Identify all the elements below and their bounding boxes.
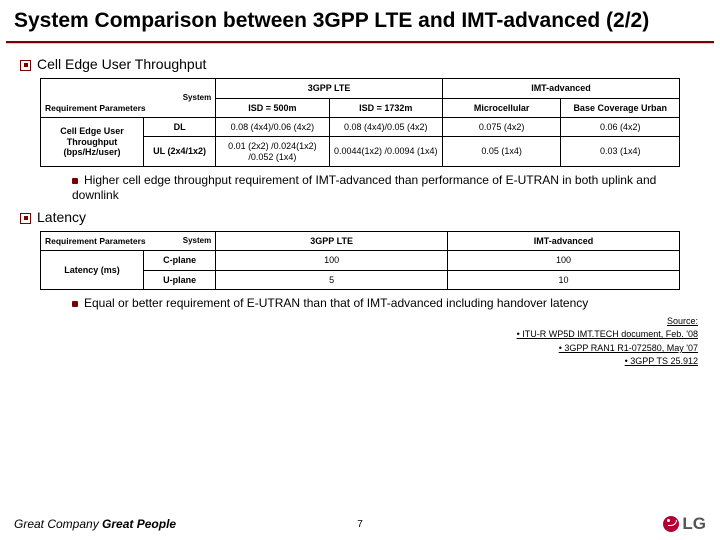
section-throughput: Cell Edge User Throughput System Require… [0, 52, 720, 205]
diagonal-header: System Requirement Parameters [41, 231, 216, 250]
note-text: Higher cell edge throughput requirement … [72, 173, 656, 202]
section-latency: Latency System Requirement Parameters 3G… [0, 205, 720, 313]
system-label: System [183, 236, 211, 245]
cell: 0.03 (1x4) [561, 137, 680, 167]
page-number: 7 [357, 519, 363, 530]
col-lte: 3GPP LTE [216, 231, 448, 250]
cell: 0.08 (4x4)/0.05 (4x2) [329, 117, 442, 136]
cell: 5 [216, 270, 448, 289]
cell: 0.01 (2x2) /0.024(1x2) /0.052 (1x4) [216, 137, 329, 167]
source-link[interactable]: • 3GPP TS 25.912 [0, 355, 698, 369]
col-isd500: ISD = 500m [216, 98, 329, 117]
source-link[interactable]: • 3GPP RAN1 R1-072580, May '07 [0, 342, 698, 356]
slide: System Comparison between 3GPP LTE and I… [0, 0, 720, 540]
col-base: Base Coverage Urban [561, 98, 680, 117]
bullet-icon [20, 213, 31, 224]
section-heading-text: Cell Edge User Throughput [37, 56, 206, 72]
row-dl: DL [144, 117, 216, 136]
col-lte: 3GPP LTE [216, 79, 443, 98]
req-params-label: Requirement Parameters [45, 104, 146, 114]
section-heading-text: Latency [37, 209, 86, 225]
cell: 0.06 (4x2) [561, 117, 680, 136]
row-cplane: C-plane [144, 251, 216, 270]
cell: 100 [448, 251, 680, 270]
diagonal-header: System Requirement Parameters [41, 79, 216, 118]
cell: 0.075 (4x2) [442, 117, 561, 136]
slide-title: System Comparison between 3GPP LTE and I… [0, 0, 720, 39]
note-text: Equal or better requirement of E-UTRAN t… [84, 296, 588, 310]
throughput-note: Higher cell edge throughput requirement … [32, 171, 694, 205]
col-micro: Microcellular [442, 98, 561, 117]
bullet-icon [72, 301, 78, 307]
sources: Source: • ITU-R WP5D IMT.TECH document, … [0, 313, 720, 369]
row-latency: Latency (ms) [41, 251, 144, 290]
lg-text: LG [682, 514, 706, 534]
cell: 10 [448, 270, 680, 289]
req-params-label: Requirement Parameters [45, 237, 146, 247]
cell: 0.0044(1x2) /0.0094 (1x4) [329, 137, 442, 167]
row-ul: UL (2x4/1x2) [144, 137, 216, 167]
section-heading: Cell Edge User Throughput [20, 56, 694, 72]
source-label: Source: [667, 316, 698, 326]
bullet-icon [72, 178, 78, 184]
cell: 0.05 (1x4) [442, 137, 561, 167]
system-label: System [183, 93, 211, 102]
lg-face-icon [663, 516, 679, 532]
cell: 100 [216, 251, 448, 270]
col-imt: IMT-advanced [448, 231, 680, 250]
bullet-icon [20, 60, 31, 71]
tagline-bold: Great People [102, 517, 176, 531]
col-isd1732: ISD = 1732m [329, 98, 442, 117]
col-imt: IMT-advanced [442, 79, 679, 98]
lg-logo: LG [663, 514, 706, 534]
tagline: Great Company Great People [14, 517, 176, 531]
throughput-table: System Requirement Parameters 3GPP LTE I… [40, 78, 680, 167]
section-heading: Latency [20, 209, 694, 225]
row-uplane: U-plane [144, 270, 216, 289]
title-divider-2 [6, 43, 714, 44]
tagline-plain: Great Company [14, 517, 102, 531]
latency-table: System Requirement Parameters 3GPP LTE I… [40, 231, 680, 290]
row-throughput: Cell Edge User Throughput (bps/Hz/user) [41, 117, 144, 166]
footer: Great Company Great People 7 LG [0, 514, 720, 534]
cell: 0.08 (4x4)/0.06 (4x2) [216, 117, 329, 136]
latency-note: Equal or better requirement of E-UTRAN t… [32, 294, 694, 313]
source-link[interactable]: • ITU-R WP5D IMT.TECH document, Feb. '08 [0, 328, 698, 342]
